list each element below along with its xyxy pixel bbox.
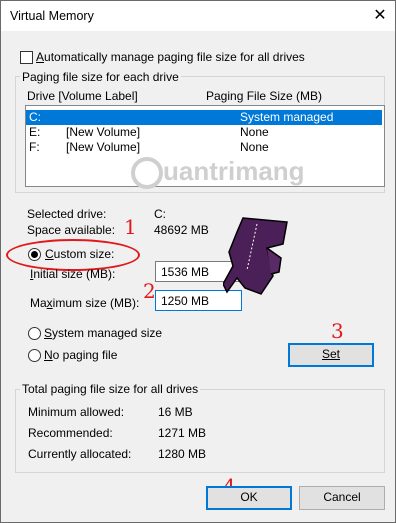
drive-label: [New Volume] bbox=[66, 140, 141, 154]
set-button-label: Set bbox=[321, 347, 340, 361]
annotation-step-1: 1 bbox=[124, 215, 137, 239]
currently-allocated-value: 1280 MB bbox=[158, 447, 207, 461]
list-item[interactable]: C: System managed bbox=[26, 110, 382, 125]
drive-size: None bbox=[240, 125, 269, 139]
custom-size-mnemonic: C bbox=[45, 247, 54, 261]
watermark: uantrimang bbox=[131, 156, 305, 190]
drive-size: None bbox=[240, 140, 269, 154]
custom-size-radio[interactable] bbox=[28, 248, 41, 261]
title-bar: Virtual Memory ✕ bbox=[1, 1, 395, 31]
selected-drive-value: C: bbox=[154, 207, 166, 221]
recommended-value: 1271 MB bbox=[158, 426, 207, 440]
virtual-memory-dialog: Virtual Memory ✕ Automatically manage pa… bbox=[0, 0, 396, 523]
recommended-label: Recommended: bbox=[28, 426, 113, 440]
no-paging-label[interactable]: No paging file bbox=[44, 348, 117, 362]
initial-size-label: Initial size (MB): bbox=[30, 267, 115, 281]
drive-label: [New Volume] bbox=[66, 125, 141, 139]
set-button[interactable]: Set bbox=[288, 343, 374, 367]
space-available-value: 48692 MB bbox=[154, 223, 209, 237]
initial-size-text: nitial size (MB): bbox=[33, 267, 116, 281]
drive-letter: F: bbox=[29, 140, 40, 154]
no-paging-mnemonic: N bbox=[44, 348, 53, 362]
drive-letter: C: bbox=[29, 110, 41, 124]
list-item[interactable]: E: [New Volume] None bbox=[26, 125, 382, 140]
hand-pointer-icon bbox=[223, 217, 288, 295]
window-title: Virtual Memory bbox=[10, 9, 94, 23]
size-column-header: Paging File Size (MB) bbox=[206, 89, 323, 103]
list-item[interactable]: F: [New Volume] None bbox=[26, 140, 382, 155]
auto-manage-checkbox[interactable] bbox=[20, 51, 33, 64]
system-managed-label[interactable]: System managed size bbox=[44, 326, 162, 340]
currently-allocated-label: Currently allocated: bbox=[28, 447, 132, 461]
maximum-size-prefix: Ma bbox=[30, 296, 47, 310]
space-available-label: Space available: bbox=[27, 223, 116, 237]
custom-size-text: ustom size: bbox=[53, 247, 115, 261]
annotation-step-3: 3 bbox=[331, 319, 344, 343]
drive-column-header: Drive [Volume Label] bbox=[27, 89, 138, 103]
maximum-size-text: imum size (MB): bbox=[52, 296, 140, 310]
watermark-logo-icon bbox=[131, 157, 163, 190]
selected-drive-label: Selected drive: bbox=[27, 207, 107, 221]
system-managed-mnemonic: S bbox=[44, 326, 53, 340]
no-paging-radio[interactable] bbox=[28, 349, 41, 362]
auto-manage-text: utomatically manage paging file size for… bbox=[44, 50, 305, 64]
annotation-step-2: 2 bbox=[143, 279, 156, 303]
total-group-title: Total paging file size for all drives bbox=[20, 382, 201, 396]
auto-manage-label[interactable]: Automatically manage paging file size fo… bbox=[36, 50, 305, 64]
minimum-allowed-label: Minimum allowed: bbox=[28, 405, 125, 419]
maximum-size-label: Maximum size (MB): bbox=[30, 296, 139, 310]
ok-button[interactable]: OK bbox=[206, 486, 292, 510]
system-managed-radio[interactable] bbox=[28, 327, 41, 340]
cancel-button[interactable]: Cancel bbox=[299, 486, 385, 510]
drive-letter: E: bbox=[29, 125, 41, 139]
auto-manage-mnemonic: A bbox=[36, 50, 45, 64]
watermark-text: uantrimang bbox=[163, 156, 305, 186]
no-paging-text: o paging file bbox=[52, 348, 118, 362]
paging-group-title: Paging file size for each drive bbox=[20, 70, 181, 84]
close-icon[interactable]: ✕ bbox=[369, 5, 391, 27]
minimum-allowed-value: 16 MB bbox=[158, 405, 193, 419]
system-managed-text: ystem managed size bbox=[52, 326, 163, 340]
drive-size: System managed bbox=[240, 110, 334, 124]
custom-size-label[interactable]: Custom size: bbox=[45, 247, 114, 261]
